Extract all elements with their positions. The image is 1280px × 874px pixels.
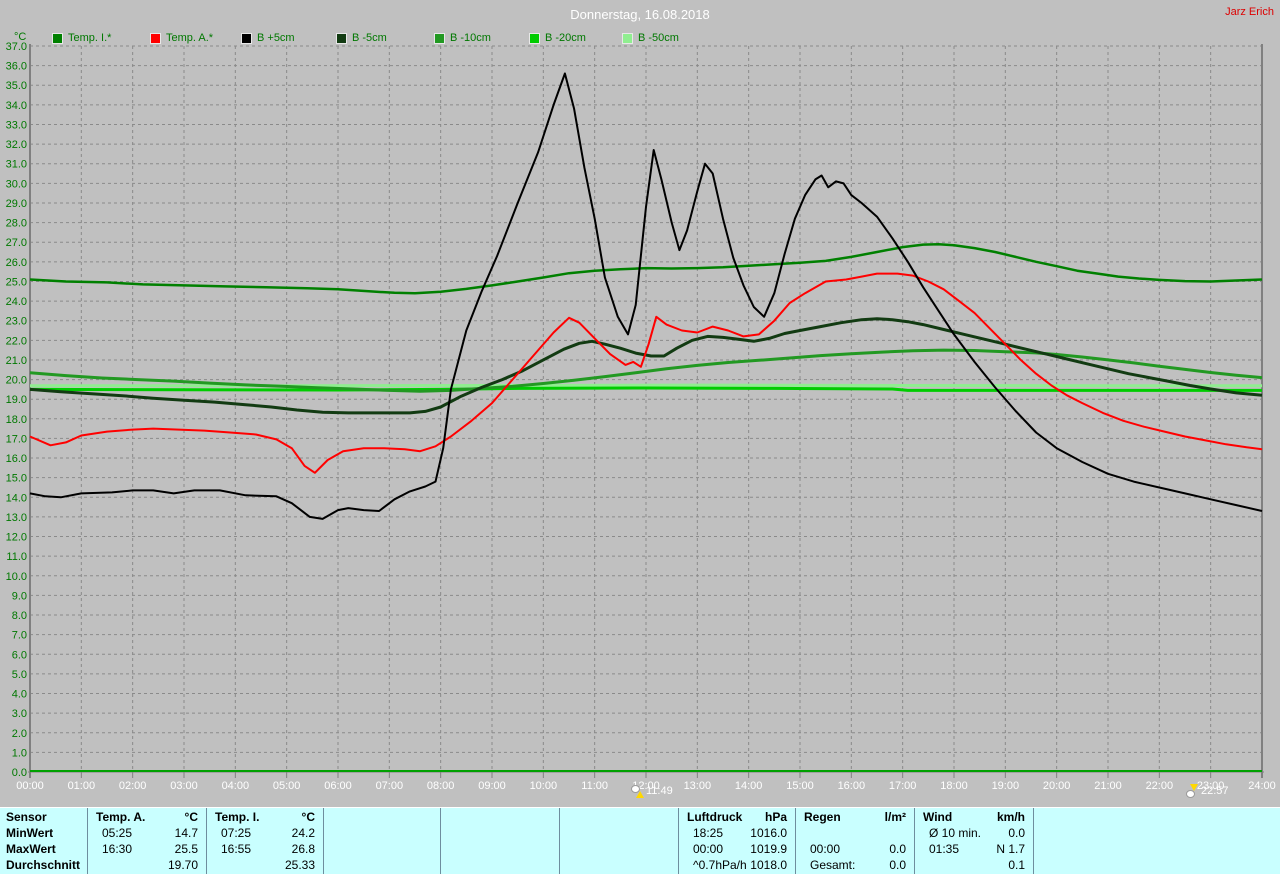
x-tick-label: 14:00	[735, 780, 763, 792]
y-tick-label: 12.0	[6, 532, 27, 544]
moon-rise-marker: 11:49	[631, 784, 673, 798]
panel-divider	[440, 808, 441, 874]
y-tick-label: 1.0	[12, 747, 27, 759]
y-tick-label: 31.0	[6, 159, 27, 171]
x-tick-label: 03:00	[170, 780, 198, 792]
y-tick-label: 17.0	[6, 433, 27, 445]
stat-row-label: Sensor	[6, 810, 47, 824]
x-tick-label: 18:00	[940, 780, 968, 792]
stat-value: 0.1	[915, 858, 1025, 872]
x-tick-label: 07:00	[376, 780, 404, 792]
moon-marker-time: 11:49	[646, 785, 673, 797]
temperature-chart: 0.0 1.0 2.0 3.0 4.0 5.0 6.0 7.0 8.0 9.0 10.0 11.0 12…	[0, 0, 1280, 806]
y-tick-label: 26.0	[6, 257, 27, 269]
x-tick-label: 06:00	[324, 780, 352, 792]
x-tick-label: 24:00	[1248, 780, 1276, 792]
x-tick-label: 15:00	[786, 780, 814, 792]
panel-divider	[1033, 808, 1034, 874]
y-tick-label: 24.0	[6, 296, 27, 308]
panel-divider	[559, 808, 560, 874]
y-tick-label: 15.0	[6, 473, 27, 485]
x-tick-label: 09:00	[478, 780, 506, 792]
y-tick-label: 19.0	[6, 394, 27, 406]
sensor-column-unit: l/m²	[796, 810, 906, 824]
y-tick-label: 33.0	[6, 119, 27, 131]
y-tick-label: 14.0	[6, 492, 27, 504]
stat-value: 0.0	[796, 858, 906, 872]
y-tick-label: 18.0	[6, 414, 27, 426]
stat-value: 14.7	[88, 826, 198, 840]
y-tick-label: 5.0	[12, 669, 27, 681]
stat-value: 25.5	[88, 842, 198, 856]
x-tick-label: 02:00	[119, 780, 147, 792]
x-tick-label: 05:00	[273, 780, 301, 792]
y-tick-label: 27.0	[6, 237, 27, 249]
y-tick-label: 11.0	[6, 551, 27, 563]
series-b--50cm	[30, 385, 1262, 386]
x-tick-label: 10:00	[530, 780, 558, 792]
y-tick-label: 35.0	[6, 80, 27, 92]
summary-panel: SensorMinWertMaxWertDurchschnittTemp. A.…	[0, 807, 1280, 874]
y-tick-label: 7.0	[12, 630, 27, 642]
y-tick-label: 20.0	[6, 375, 27, 387]
x-tick-label: 17:00	[889, 780, 917, 792]
y-tick-label: 28.0	[6, 218, 27, 230]
stat-row-label: MinWert	[6, 826, 53, 840]
stat-value: 0.0	[915, 826, 1025, 840]
weather-day-chart-window: Donnerstag, 16.08.2018 Jarz Erich °C Tem…	[0, 0, 1280, 874]
y-tick-label: 6.0	[12, 649, 27, 661]
moon-rise-icon	[631, 784, 644, 798]
stat-value: 25.33	[207, 858, 315, 872]
stat-row-label: MaxWert	[6, 842, 56, 856]
x-tick-label: 11:00	[581, 780, 608, 792]
y-tick-label: 9.0	[12, 590, 27, 602]
sensor-column-unit: °C	[207, 810, 315, 824]
y-tick-label: 16.0	[6, 453, 27, 465]
y-tick-label: 13.0	[6, 512, 27, 524]
stat-value: N 1.7	[915, 842, 1025, 856]
moon-set-marker: 22:57	[1186, 784, 1229, 798]
x-tick-label: 16:00	[838, 780, 866, 792]
y-tick-label: 8.0	[12, 610, 27, 622]
y-tick-label: 34.0	[6, 100, 27, 112]
sensor-column-unit: km/h	[915, 810, 1025, 824]
y-tick-label: 32.0	[6, 139, 27, 151]
y-tick-label: 30.0	[6, 178, 27, 190]
y-tick-label: 21.0	[6, 355, 27, 367]
x-tick-label: 21:00	[1094, 780, 1122, 792]
moon-set-icon	[1186, 784, 1199, 798]
y-tick-label: 25.0	[6, 276, 27, 288]
stat-value: 1018.0	[679, 858, 787, 872]
x-tick-label: 00:00	[16, 780, 44, 792]
series-b-+5cm	[30, 74, 1262, 519]
y-tick-label: 29.0	[6, 198, 27, 210]
sensor-column-unit: hPa	[679, 810, 787, 824]
x-tick-label: 20:00	[1043, 780, 1071, 792]
x-tick-label: 19:00	[992, 780, 1020, 792]
x-tick-label: 08:00	[427, 780, 455, 792]
stat-value: 19.70	[88, 858, 198, 872]
x-tick-label: 22:00	[1146, 780, 1174, 792]
stat-row-label: Durchschnitt	[6, 858, 80, 872]
y-tick-label: 23.0	[6, 316, 27, 328]
stat-value: 24.2	[207, 826, 315, 840]
y-tick-label: 37.0	[6, 41, 27, 53]
panel-divider	[323, 808, 324, 874]
stat-value: 1016.0	[679, 826, 787, 840]
y-tick-label: 36.0	[6, 61, 27, 73]
y-tick-label: 3.0	[12, 708, 27, 720]
stat-value: 1019.9	[679, 842, 787, 856]
y-tick-label: 4.0	[12, 689, 27, 701]
y-tick-label: 2.0	[12, 728, 27, 740]
sensor-column-unit: °C	[88, 810, 198, 824]
stat-value: 26.8	[207, 842, 315, 856]
y-tick-label: 0.0	[12, 767, 27, 779]
x-tick-label: 04:00	[222, 780, 250, 792]
y-tick-label: 10.0	[6, 571, 27, 583]
x-tick-label: 13:00	[684, 780, 712, 792]
x-tick-label: 01:00	[68, 780, 96, 792]
y-tick-label: 22.0	[6, 335, 27, 347]
stat-value: 0.0	[796, 842, 906, 856]
moon-marker-time: 22:57	[1201, 785, 1229, 797]
